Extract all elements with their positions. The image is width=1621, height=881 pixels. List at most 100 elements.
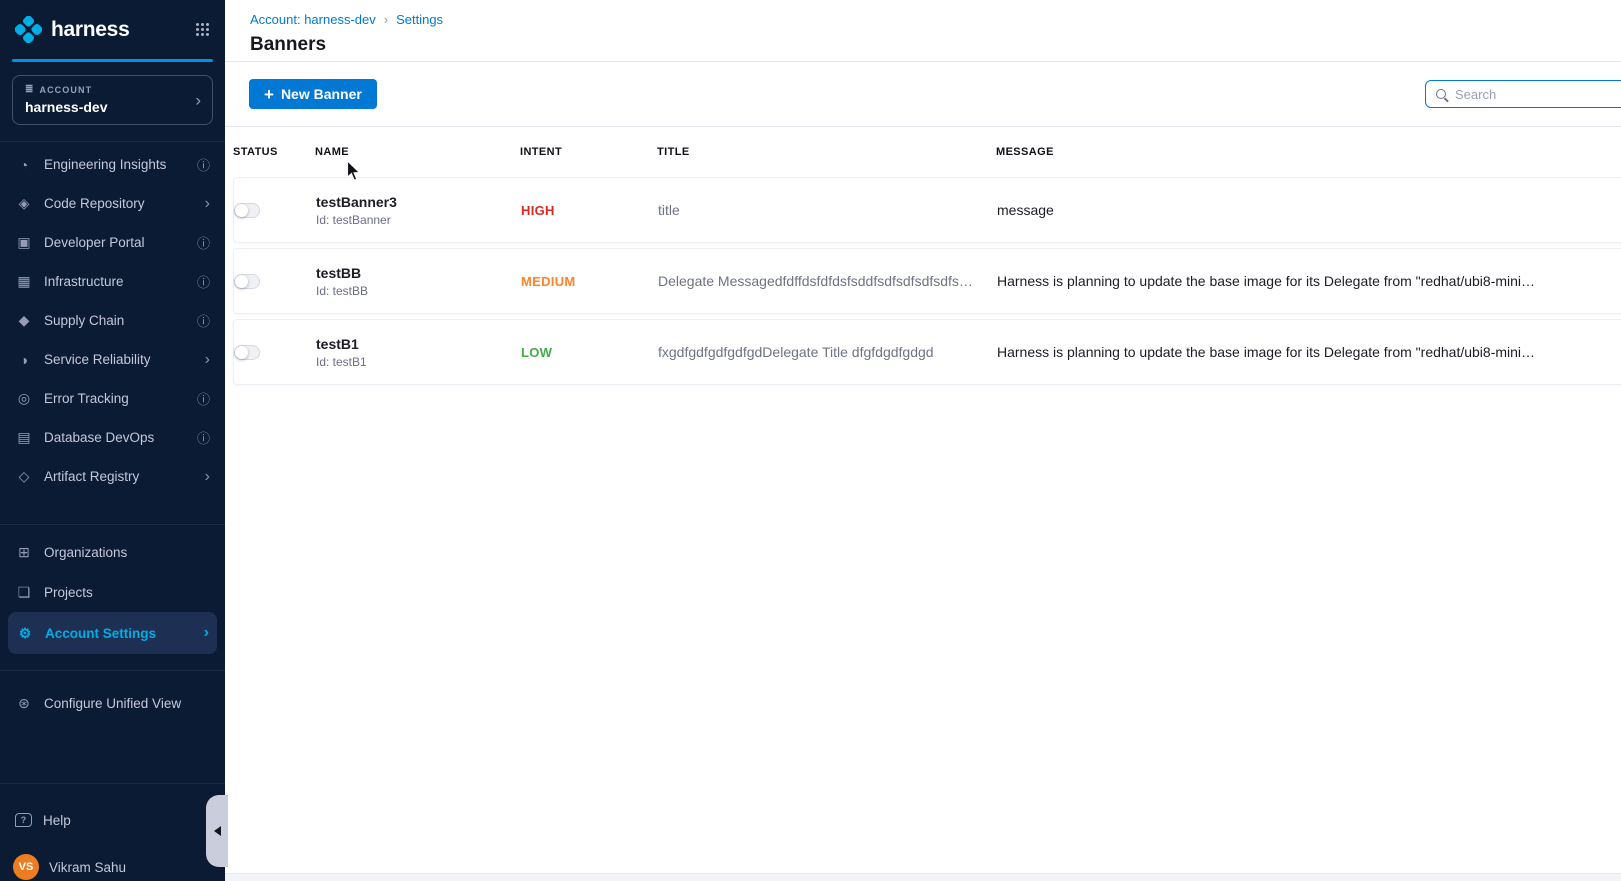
breadcrumb: Account: harness-dev › Settings (250, 12, 1597, 27)
configure-unified-view-icon: ⊛ (15, 695, 33, 712)
account-label: ACCOUNT (39, 85, 92, 95)
sidebar-item-label: Projects (44, 585, 93, 600)
chevron-right-icon: › (204, 625, 209, 641)
infrastructure-icon: ▦ (15, 273, 33, 290)
breadcrumb-chevron-icon: › (384, 12, 388, 27)
banner-message: Harness is planning to update the base i… (997, 344, 1621, 360)
banner-title: title (658, 202, 997, 218)
app-launcher-icon[interactable] (196, 23, 210, 37)
table-row[interactable]: testBanner3 Id: testBanner HIGH title me… (233, 177, 1621, 243)
sidebar-item-label: Engineering Insights (44, 157, 166, 172)
banner-name: testBanner3 (316, 194, 521, 210)
sidebar-item-error-tracking[interactable]: ◎ Error Tracking ⓘ › (0, 379, 225, 418)
intent-badge: HIGH (521, 203, 658, 218)
projects-icon: ❏ (15, 584, 33, 601)
info-icon[interactable]: ⓘ (197, 311, 210, 330)
user-name: Vikram Sahu (49, 860, 126, 875)
banner-name: testBB (316, 265, 521, 281)
code-repository-icon: ◈ (15, 195, 33, 212)
banner-name: testB1 (316, 336, 521, 352)
sidebar-footer: ? Help VS Vikram Sahu (0, 783, 225, 880)
artifact-registry-icon: ◇ (15, 468, 33, 485)
sidebar-item-account-settings[interactable]: ⚙ Account Settings ⓘ › (8, 612, 217, 654)
breadcrumb-settings-link[interactable]: Settings (396, 12, 443, 27)
intent-badge: MEDIUM (521, 274, 658, 289)
avatar: VS (13, 854, 39, 880)
column-header: INTENT (520, 146, 657, 158)
sidebar-item-help[interactable]: ? Help (0, 800, 225, 840)
account-settings-icon: ⚙ (16, 625, 34, 642)
help-icon: ? (15, 813, 32, 827)
chevron-right-icon: › (205, 469, 210, 485)
sidebar-item-service-reliability[interactable]: ◑ Service Reliability ⓘ › (0, 340, 225, 379)
new-banner-button[interactable]: + New Banner (249, 79, 377, 109)
name-cell: testBB Id: testBB (316, 265, 521, 298)
table-row[interactable]: testBB Id: testBB MEDIUM Delegate Messag… (233, 248, 1621, 314)
search-input[interactable] (1455, 87, 1621, 102)
tertiary-nav: ⊛ Configure Unified View ⓘ › (0, 670, 225, 723)
info-icon[interactable]: ⓘ (197, 155, 210, 174)
name-cell: testBanner3 Id: testBanner (316, 194, 521, 227)
table-row[interactable]: testB1 Id: testB1 LOW fxgdfgdfgdfgdfgdDe… (233, 319, 1621, 385)
status-cell (234, 345, 316, 360)
search-icon (1436, 89, 1446, 99)
sidebar-item-engineering-insights[interactable]: ◔ Engineering Insights ⓘ › (0, 145, 225, 184)
header-accent-divider (12, 59, 213, 62)
organizations-icon: ⊞ (15, 544, 33, 561)
status-cell (234, 203, 316, 218)
toolbar: + New Banner (225, 62, 1621, 127)
sidebar-item-code-repository[interactable]: ◈ Code Repository ⓘ › (0, 184, 225, 223)
layers-icon: ≣ (25, 84, 34, 95)
info-icon[interactable]: ⓘ (197, 428, 210, 447)
banner-message: Harness is planning to update the base i… (997, 273, 1621, 289)
banner-id: Id: testB1 (316, 355, 521, 369)
page-title: Banners (250, 34, 1597, 56)
sidebar-item-label: Infrastructure (44, 274, 124, 289)
banner-status-toggle[interactable] (234, 274, 260, 289)
sidebar-item-label: Account Settings (45, 626, 156, 641)
banner-message: message (997, 202, 1621, 218)
error-tracking-icon: ◎ (15, 390, 33, 407)
column-header: MESSAGE (996, 146, 1621, 158)
column-header: TITLE (657, 146, 996, 158)
banner-status-toggle[interactable] (234, 203, 260, 218)
banner-status-toggle[interactable] (234, 345, 260, 360)
sidebar-item-label: Database DevOps (44, 430, 154, 445)
sidebar-header: harness (0, 0, 225, 59)
sidebar-item-projects[interactable]: ❏ Projects ⓘ › (0, 572, 225, 612)
sidebar-item-artifact-registry[interactable]: ◇ Artifact Registry ⓘ › (0, 457, 225, 496)
banner-id: Id: testBanner (316, 213, 521, 227)
sidebar-item-infrastructure[interactable]: ▦ Infrastructure ⓘ › (0, 262, 225, 301)
sidebar-item-organizations[interactable]: ⊞ Organizations ⓘ › (0, 532, 225, 572)
sidebar-collapse-handle[interactable] (206, 795, 228, 867)
user-menu[interactable]: VS Vikram Sahu (0, 854, 225, 880)
table-body: testBanner3 Id: testBanner HIGH title me… (233, 177, 1621, 385)
info-icon[interactable]: ⓘ (197, 272, 210, 291)
sidebar-item-configure-unified-view[interactable]: ⊛ Configure Unified View ⓘ › (0, 684, 225, 723)
sidebar-item-label: Code Repository (44, 196, 145, 211)
sidebar-item-supply-chain[interactable]: ◆ Supply Chain ⓘ › (0, 301, 225, 340)
chevron-right-icon: › (205, 352, 210, 368)
sidebar-item-label: Configure Unified View (44, 696, 181, 711)
account-selector[interactable]: ≣ ACCOUNT harness-dev › (12, 75, 213, 125)
page-header: Account: harness-dev › Settings Banners (225, 0, 1621, 62)
sidebar-item-label: Supply Chain (44, 313, 124, 328)
harness-logo-icon (15, 16, 42, 43)
status-cell (234, 274, 316, 289)
sidebar-item-database-devops[interactable]: ▤ Database DevOps ⓘ › (0, 418, 225, 457)
primary-nav: ◔ Engineering Insights ⓘ › ◈ Code Reposi… (0, 141, 225, 496)
intent-badge: LOW (521, 345, 658, 360)
service-reliability-icon: ◑ (15, 352, 33, 368)
help-label: Help (43, 813, 71, 828)
plus-icon: + (264, 86, 274, 103)
breadcrumb-account-link[interactable]: Account: harness-dev (250, 12, 376, 27)
sidebar-item-label: Service Reliability (44, 352, 151, 367)
table-header-row: STATUS NAME INTENT TITLE MESSAGE (233, 127, 1621, 177)
info-icon[interactable]: ⓘ (197, 389, 210, 408)
sidebar-item-label: Developer Portal (44, 235, 145, 250)
sidebar-item-developer-portal[interactable]: ▣ Developer Portal ⓘ › (0, 223, 225, 262)
column-header: STATUS (233, 146, 315, 158)
info-icon[interactable]: ⓘ (197, 233, 210, 252)
banner-id: Id: testBB (316, 284, 521, 298)
banner-title: fxgdfgdfgdfgdfgdDelegate Title dfgfdgdfg… (658, 344, 997, 360)
